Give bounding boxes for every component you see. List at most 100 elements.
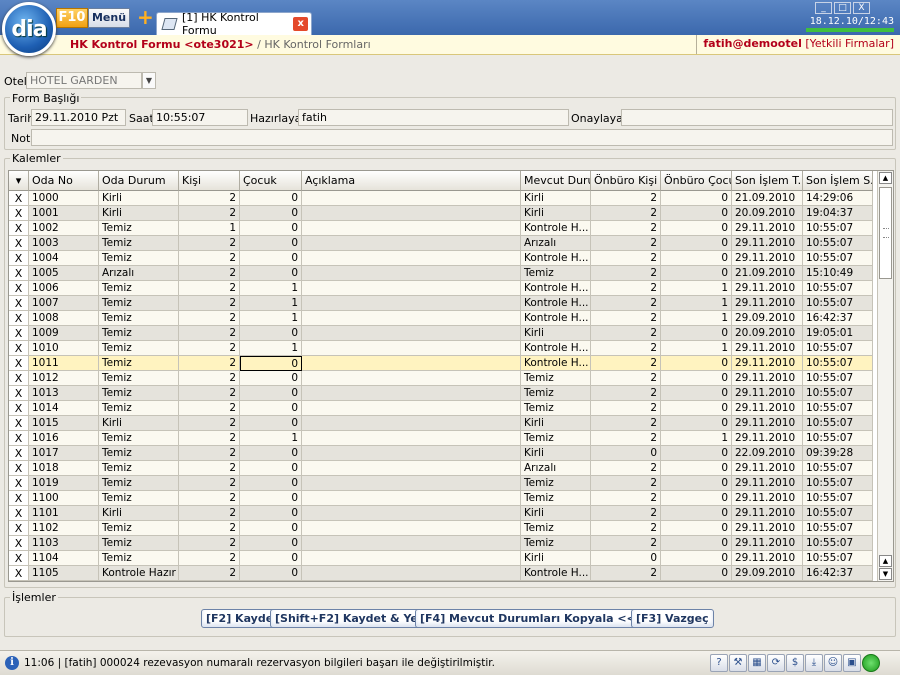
table-cell[interactable]: Arızalı <box>521 461 591 476</box>
table-cell[interactable]: 10:55:07 <box>803 506 873 521</box>
table-cell[interactable]: 19:05:01 <box>803 326 873 341</box>
table-cell[interactable]: 0 <box>240 491 302 506</box>
table-cell[interactable] <box>302 446 521 461</box>
download-icon[interactable]: ⤓ <box>805 654 823 672</box>
table-cell[interactable]: Kirli <box>99 191 179 206</box>
table-cell[interactable]: Temiz <box>99 386 179 401</box>
delete-row-button[interactable]: X <box>9 536 29 551</box>
table-cell[interactable]: 2 <box>591 221 661 236</box>
smiley-icon[interactable]: ☺ <box>824 654 842 672</box>
table-cell[interactable]: Kirli <box>521 506 591 521</box>
table-cell[interactable]: Temiz <box>99 446 179 461</box>
table-row[interactable]: X 1014 Temiz 2 0 Temiz 2 0 29.11.2010 10:55:07 <box>9 401 873 416</box>
table-cell[interactable]: 1102 <box>29 521 99 536</box>
table-cell[interactable]: 1012 <box>29 371 99 386</box>
table-cell[interactable]: 14:29:06 <box>803 191 873 206</box>
table-cell[interactable]: 0 <box>240 401 302 416</box>
table-cell[interactable]: 2 <box>179 311 240 326</box>
table-cell[interactable]: 0 <box>661 356 732 371</box>
delete-row-button[interactable]: X <box>9 506 29 521</box>
table-cell[interactable]: 0 <box>240 356 302 371</box>
delete-row-button[interactable]: X <box>9 461 29 476</box>
table-cell[interactable]: 1101 <box>29 506 99 521</box>
table-cell[interactable]: 2 <box>179 281 240 296</box>
table-cell[interactable]: 2 <box>591 281 661 296</box>
table-cell[interactable]: 10:55:07 <box>803 296 873 311</box>
table-cell[interactable]: 2 <box>179 356 240 371</box>
delete-row-button[interactable]: X <box>9 296 29 311</box>
table-cell[interactable]: 0 <box>591 446 661 461</box>
table-row[interactable]: X 1104 Temiz 2 0 Kirli 0 0 29.11.2010 10:55:07 <box>9 551 873 566</box>
table-cell[interactable]: 0 <box>240 446 302 461</box>
table-row[interactable]: X 1012 Temiz 2 0 Temiz 2 0 29.11.2010 10:55:07 <box>9 371 873 386</box>
table-cell[interactable]: 2 <box>591 521 661 536</box>
lock-icon[interactable]: ▣ <box>843 654 861 672</box>
table-cell[interactable]: 1000 <box>29 191 99 206</box>
table-cell[interactable]: Temiz <box>99 521 179 536</box>
table-cell[interactable]: 2 <box>179 431 240 446</box>
table-cell[interactable]: 0 <box>661 191 732 206</box>
table-cell[interactable]: 1005 <box>29 266 99 281</box>
table-cell[interactable]: 1007 <box>29 296 99 311</box>
scroll-down-icon[interactable]: ▼ <box>879 568 892 580</box>
table-cell[interactable]: 1014 <box>29 401 99 416</box>
delete-row-button[interactable]: X <box>9 371 29 386</box>
table-cell[interactable]: Arızalı <box>99 266 179 281</box>
table-cell[interactable]: Temiz <box>521 371 591 386</box>
table-cell[interactable]: 1105 <box>29 566 99 581</box>
table-cell[interactable]: 29.09.2010 <box>732 566 803 581</box>
currency-icon[interactable]: $ <box>786 654 804 672</box>
table-cell[interactable]: 0 <box>240 536 302 551</box>
table-cell[interactable]: 2 <box>179 266 240 281</box>
table-cell[interactable]: 0 <box>661 416 732 431</box>
column-header[interactable]: Mevcut Durum <box>521 171 591 191</box>
maximize-button[interactable]: □ <box>834 2 851 14</box>
column-header[interactable]: Çocuk <box>240 171 302 191</box>
table-cell[interactable]: 10:55:07 <box>803 386 873 401</box>
table-cell[interactable]: 21.09.2010 <box>732 266 803 281</box>
table-row[interactable]: X 1013 Temiz 2 0 Temiz 2 0 29.11.2010 10:55:07 <box>9 386 873 401</box>
table-cell[interactable]: 2 <box>179 491 240 506</box>
delete-row-button[interactable]: X <box>9 476 29 491</box>
column-header[interactable]: Kişi <box>179 171 240 191</box>
delete-row-button[interactable]: X <box>9 341 29 356</box>
cancel-button[interactable]: [F3] Vazgeç <box>631 609 714 628</box>
table-cell[interactable]: 1017 <box>29 446 99 461</box>
table-cell[interactable] <box>302 416 521 431</box>
table-cell[interactable] <box>302 551 521 566</box>
table-cell[interactable]: Temiz <box>521 521 591 536</box>
table-cell[interactable]: 1004 <box>29 251 99 266</box>
table-cell[interactable]: Temiz <box>99 251 179 266</box>
table-cell[interactable]: 0 <box>661 566 732 581</box>
table-cell[interactable]: 0 <box>240 521 302 536</box>
table-cell[interactable]: Temiz <box>99 236 179 251</box>
column-header[interactable]: Açıklama <box>302 171 521 191</box>
table-cell[interactable]: 10:55:07 <box>803 221 873 236</box>
table-cell[interactable]: 1 <box>661 431 732 446</box>
table-cell[interactable]: 0 <box>661 401 732 416</box>
table-cell[interactable]: 0 <box>661 551 732 566</box>
table-cell[interactable]: 2 <box>179 251 240 266</box>
table-cell[interactable] <box>302 491 521 506</box>
table-cell[interactable]: 0 <box>240 251 302 266</box>
delete-row-button[interactable]: X <box>9 446 29 461</box>
table-cell[interactable]: 1019 <box>29 476 99 491</box>
table-cell[interactable]: 2 <box>591 371 661 386</box>
table-cell[interactable]: 2 <box>591 461 661 476</box>
table-cell[interactable]: Temiz <box>521 431 591 446</box>
table-cell[interactable]: Kontrole H... <box>521 251 591 266</box>
scroll-up-bottom-icon[interactable]: ▲ <box>879 555 892 567</box>
table-cell[interactable]: 0 <box>661 536 732 551</box>
table-cell[interactable]: 2 <box>591 236 661 251</box>
column-header[interactable]: Son İşlem T. <box>732 171 803 191</box>
table-cell[interactable]: Kontrole H... <box>521 296 591 311</box>
table-cell[interactable] <box>302 236 521 251</box>
delete-row-button[interactable]: X <box>9 551 29 566</box>
delete-row-button[interactable]: X <box>9 191 29 206</box>
table-cell[interactable]: 0 <box>240 191 302 206</box>
delete-row-button[interactable]: X <box>9 221 29 236</box>
table-cell[interactable] <box>302 461 521 476</box>
table-row[interactable]: X 1102 Temiz 2 0 Temiz 2 0 29.11.2010 10:55:07 <box>9 521 873 536</box>
table-row[interactable]: X 1001 Kirli 2 0 Kirli 2 0 20.09.2010 19:04:37 <box>9 206 873 221</box>
table-cell[interactable]: 2 <box>591 476 661 491</box>
